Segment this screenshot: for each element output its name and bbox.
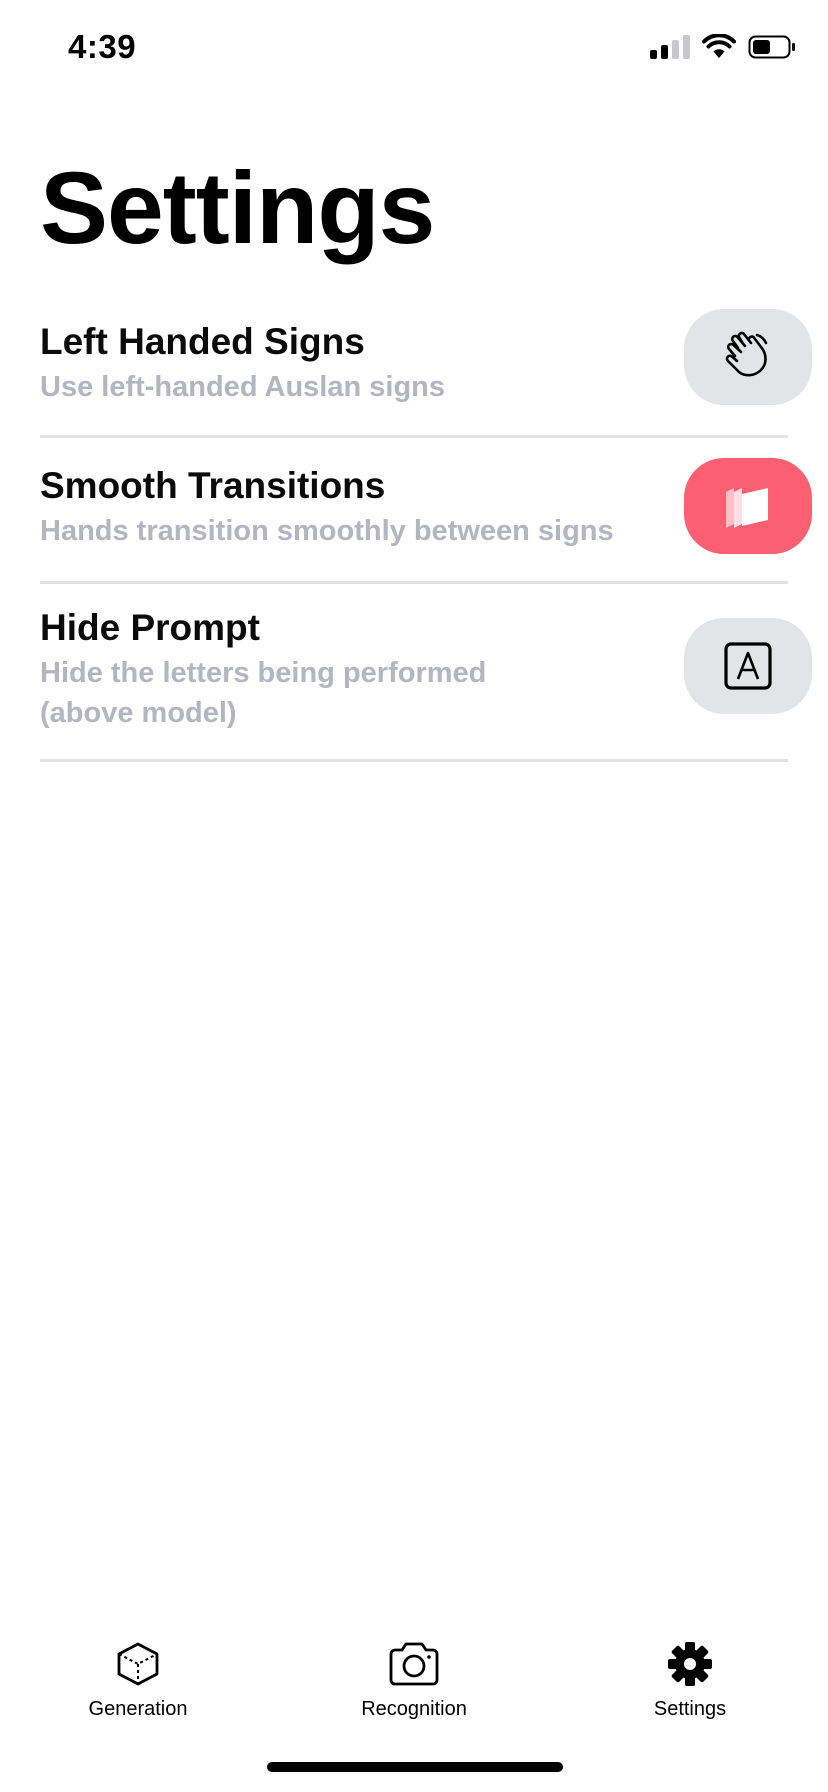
status-time: 4:39 <box>68 28 137 65</box>
tab-recognition[interactable]: Recognition <box>314 1640 514 1721</box>
page-title: Settings <box>40 151 435 265</box>
setting-subtitle: Hide the letters being performed (above … <box>40 657 487 729</box>
status-bar: 4:39 <box>0 0 828 100</box>
settings-list: Left Handed Signs Use left-handed Auslan… <box>40 309 812 762</box>
setting-title: Smooth Transitions <box>40 465 386 506</box>
layers-icon <box>726 488 768 528</box>
setting-row-smooth-transitions: Smooth Transitions Hands transition smoo… <box>40 438 812 584</box>
wifi-icon <box>702 34 736 58</box>
tab-label: Recognition <box>361 1698 467 1720</box>
status-icons <box>650 34 796 60</box>
camera-icon <box>389 1642 439 1686</box>
tab-label: Settings <box>653 1698 727 1720</box>
left-handed-signs-toggle[interactable] <box>684 309 812 405</box>
tab-bar: Generation Recognition Settings <box>0 1640 828 1730</box>
gear-icon <box>668 1642 712 1686</box>
setting-text: Smooth Transitions Hands transition smoo… <box>40 464 640 552</box>
setting-text: Left Handed Signs Use left-handed Auslan… <box>40 320 640 408</box>
tab-label: Generation <box>88 1698 188 1720</box>
cellular-signal-icon <box>650 35 690 59</box>
setting-row-left-handed-signs: Left Handed Signs Use left-handed Auslan… <box>40 309 812 438</box>
setting-subtitle: Use left-handed Auslan signs <box>40 371 445 404</box>
battery-icon <box>748 35 795 59</box>
setting-text: Hide Prompt Hide the letters being perfo… <box>40 606 540 733</box>
smooth-transitions-toggle[interactable] <box>684 458 812 554</box>
tab-settings[interactable]: Settings <box>590 1640 790 1721</box>
setting-row-hide-prompt: Hide Prompt Hide the letters being perfo… <box>40 584 812 762</box>
hide-prompt-toggle[interactable] <box>684 618 812 714</box>
setting-subtitle: Hands transition smoothly between signs <box>40 515 614 548</box>
setting-title: Left Handed Signs <box>40 321 365 362</box>
hand-wave-icon <box>725 331 768 377</box>
cube-icon <box>117 1642 159 1686</box>
tab-generation[interactable]: Generation <box>38 1640 238 1721</box>
letter-a-box-icon <box>724 642 772 690</box>
home-indicator[interactable] <box>267 1762 563 1772</box>
setting-title: Hide Prompt <box>40 607 260 648</box>
